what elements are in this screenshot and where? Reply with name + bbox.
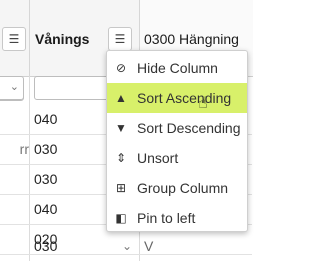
- cell-left: [0, 164, 29, 194]
- menu-item-label: Unsort: [137, 150, 179, 166]
- column-menu-button-left[interactable]: ☰: [2, 27, 26, 51]
- cell-vanings[interactable]: 030: [34, 231, 134, 261]
- cell-left: [0, 194, 29, 224]
- sort-desc-icon: ▼: [115, 121, 127, 135]
- cell-left: rr: [19, 141, 29, 157]
- menu-item-pin-left[interactable]: ◧ Pin to left: [107, 203, 247, 233]
- group-icon: ⊞: [115, 181, 127, 195]
- eye-slash-icon: ⊘: [115, 61, 127, 75]
- menu-lines-icon: ☰: [8, 32, 20, 46]
- chevron-down-icon[interactable]: ⌄: [122, 231, 132, 261]
- unsort-icon: ⇕: [115, 151, 127, 165]
- cell-hangning[interactable]: V: [144, 231, 244, 261]
- header-cell-left: ☰: [0, 0, 29, 101]
- pin-left-icon: ◧: [115, 211, 127, 225]
- data-grid: ☰ Vånings ☰ 0300 Hängning ⌄ 040 rr 030 0…: [0, 0, 253, 261]
- menu-item-hide-column[interactable]: ⊘ Hide Column: [107, 53, 247, 83]
- menu-item-unsort[interactable]: ⇕ Unsort: [107, 143, 247, 173]
- sort-asc-icon: ▲: [115, 91, 127, 105]
- column-title-vanings: Vånings: [35, 31, 90, 47]
- table-row-last[interactable]: 030 ⌄ V: [0, 231, 252, 261]
- cell-left: [0, 104, 29, 134]
- column-menu-button-vanings[interactable]: ☰: [108, 27, 132, 51]
- column-title-hangning: 0300 Hängning: [144, 31, 239, 47]
- filter-input-left[interactable]: ⌄: [0, 76, 24, 100]
- menu-item-label: Sort Ascending: [137, 90, 232, 106]
- menu-lines-icon: ☰: [114, 32, 126, 46]
- column-context-menu: ⊘ Hide Column ▲ Sort Ascending ▼ Sort De…: [106, 50, 248, 232]
- menu-item-sort-ascending[interactable]: ▲ Sort Ascending: [107, 83, 247, 113]
- menu-item-label: Group Column: [137, 180, 229, 196]
- menu-item-sort-descending[interactable]: ▼ Sort Descending: [107, 113, 247, 143]
- menu-item-label: Hide Column: [137, 60, 218, 76]
- hand-cursor-icon: ☝: [198, 95, 208, 112]
- menu-item-label: Pin to left: [137, 210, 196, 226]
- menu-item-group-column[interactable]: ⊞ Group Column: [107, 173, 247, 203]
- menu-item-label: Sort Descending: [137, 120, 241, 136]
- chevron-down-icon: ⌄: [9, 81, 19, 93]
